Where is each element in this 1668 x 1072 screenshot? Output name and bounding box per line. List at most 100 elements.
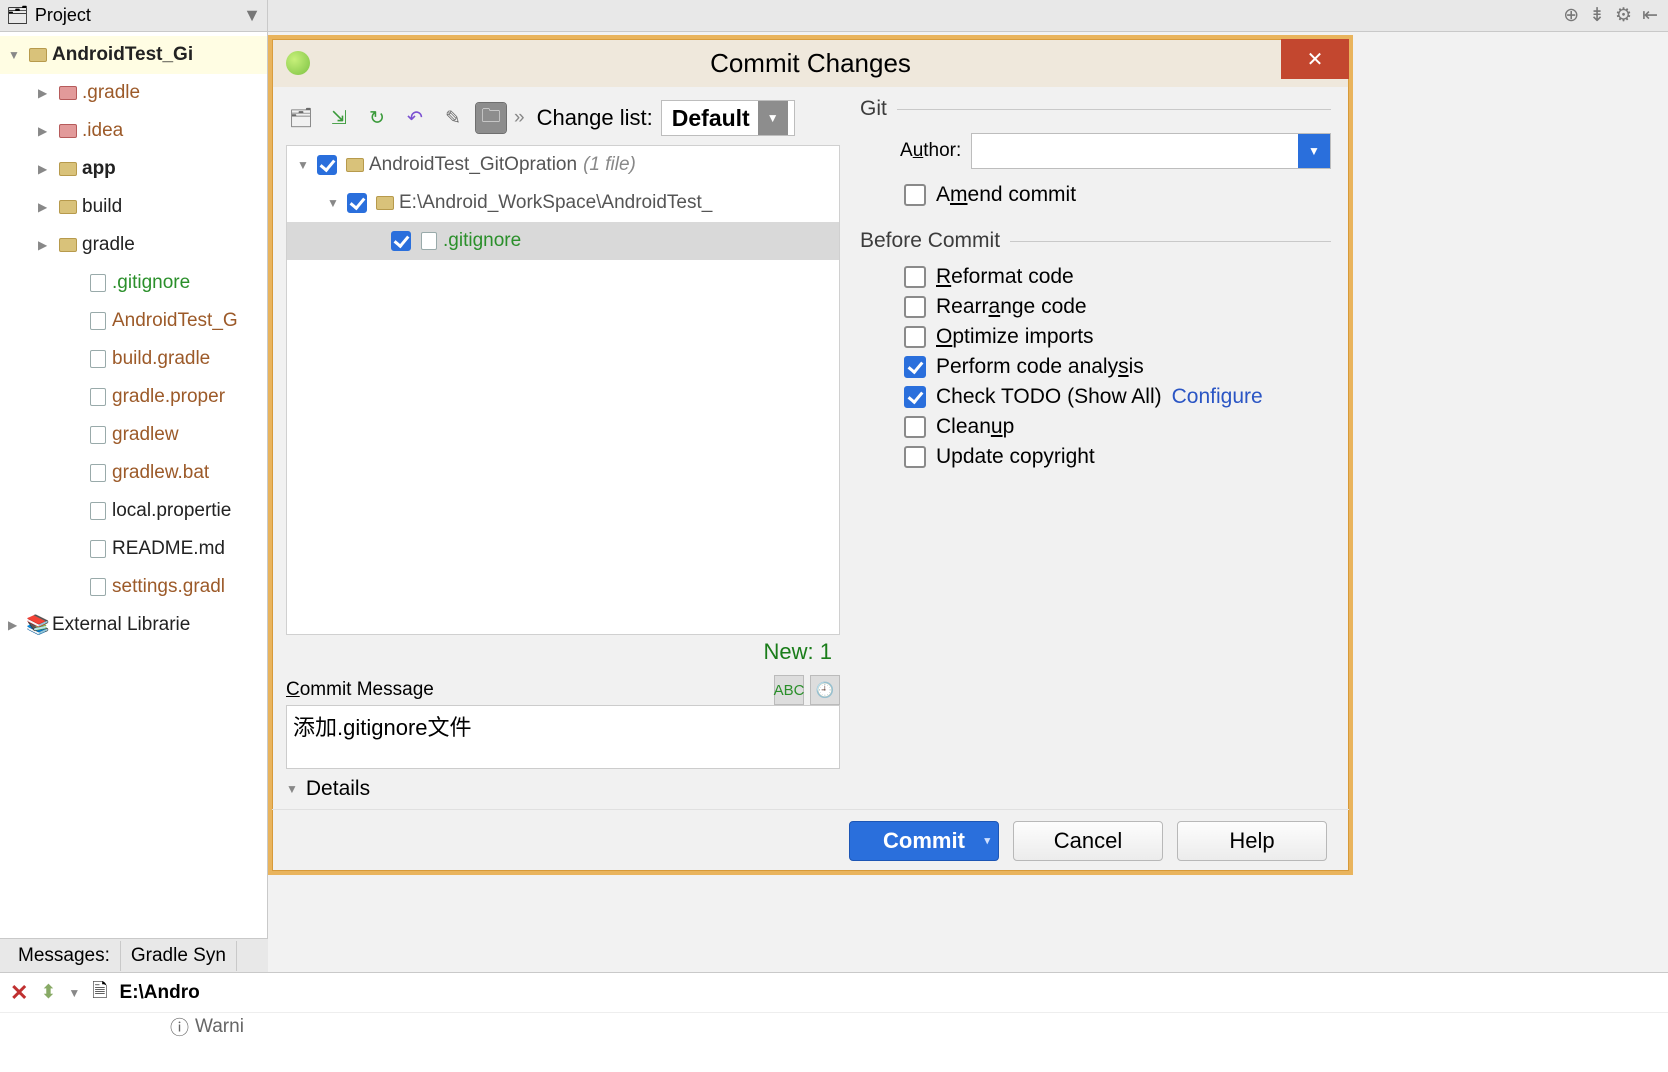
check-label: Cleanup [936,415,1014,439]
folder-icon [375,196,395,210]
author-input[interactable]: ▼ [971,133,1331,169]
project-item[interactable]: local.propertie [0,492,267,530]
tab-gradle-sync[interactable]: Gradle Syn [121,941,237,971]
close-button[interactable]: ✕ [1281,39,1349,79]
show-diff-icon[interactable]: 🗂 [286,103,316,133]
messages-warning: Warni [195,1016,244,1038]
change-tree-file[interactable]: .gitignore [287,222,839,260]
change-tree-root[interactable]: ▼ AndroidTest_GitOpration (1 file) [287,146,839,184]
check-label: Perform code analysis [936,355,1144,379]
chevron-right-icon[interactable]: ▶ [38,238,52,252]
cancel-button[interactable]: Cancel [1013,821,1163,861]
refresh-icon[interactable]: ↻ [362,103,392,133]
project-item[interactable]: gradle.proper [0,378,267,416]
external-libraries[interactable]: ▶ 📚 External Librarie [0,606,267,644]
commit-message-input[interactable] [286,705,840,769]
help-button[interactable]: Help [1177,821,1327,861]
checkbox[interactable] [904,184,926,206]
dropdown-icon[interactable]: ▼ [243,5,261,26]
messages-output: ✕ ⬍ ▼ 🗎 E:\Andro ⓘ Warni [0,972,1668,1072]
chevron-down-icon[interactable]: ▼ [297,158,311,172]
hide-icon[interactable]: ⇤ [1642,4,1658,27]
project-item[interactable]: ▶ .gradle [0,74,267,112]
author-row: Author: ▼ [900,133,1331,169]
new-count: New: 1 [286,635,840,669]
chevron-down-icon[interactable]: ▼ [327,196,341,210]
change-tree-path[interactable]: ▼ E:\Android_WorkSpace\AndroidTest_ [287,184,839,222]
chevron-down-icon[interactable]: ▼ [68,986,80,1000]
amend-commit-checkbox[interactable]: Amend commit [904,183,1331,207]
project-item[interactable]: ▶gradle [0,226,267,264]
change-tree-root-count: (1 file) [583,154,636,176]
change-list-select[interactable]: Default ▼ [661,100,795,136]
before-commit-check[interactable]: Perform code analysis [904,355,1331,379]
before-commit-check[interactable]: Check TODO (Show All) Configure [904,385,1331,409]
project-item[interactable]: ▶build [0,188,267,226]
library-icon: 📚 [28,613,48,637]
dropdown-icon[interactable]: ▼ [758,101,788,135]
target-icon[interactable]: ⊕ [1563,4,1579,27]
checkbox[interactable] [904,416,926,438]
history-icon[interactable]: 🕘 [810,675,840,705]
spellcheck-icon[interactable]: ABC [774,675,804,705]
project-icon: 🗂 [6,5,29,26]
checkbox[interactable] [347,193,367,213]
checkbox[interactable] [904,446,926,468]
chevron-right-icon[interactable]: ▶ [38,162,52,176]
collapse-icon[interactable]: ⇟ [1589,4,1605,27]
checkbox[interactable] [317,155,337,175]
chevron-right-icon[interactable]: ▶ [38,124,52,138]
move-icon[interactable]: ⇲ [324,103,354,133]
dialog-left-pane: 🗂 ⇲ ↻ ↶ ✎ 🗀 » Change list: Default ▼ ▼ [272,87,848,809]
project-item-label: .gradle [82,82,140,104]
check-label: Update copyright [936,445,1095,469]
group-icon[interactable]: 🗀 [476,103,506,133]
checkbox[interactable] [904,296,926,318]
project-item[interactable]: README.md [0,530,267,568]
change-tree-file-label: .gitignore [443,230,521,252]
project-item[interactable]: settings.gradl [0,568,267,606]
chevron-right-icon[interactable]: ▶ [38,86,52,100]
project-root[interactable]: ▼ AndroidTest_Gi [0,36,267,74]
configure-link[interactable]: Configure [1172,385,1263,409]
dropdown-icon[interactable]: ▼ [1298,134,1330,168]
project-item[interactable]: .gitignore [0,264,267,302]
project-panel: 🗂 Project ▼ ▼ AndroidTest_Gi ▶ .gradle ▶.i… [0,0,268,1072]
project-item[interactable]: gradlew.bat [0,454,267,492]
project-item[interactable]: ▶.idea [0,112,267,150]
expand-icon[interactable]: ⬍ [40,981,56,1004]
close-icon[interactable]: ✕ [10,980,28,1006]
project-panel-header[interactable]: 🗂 Project ▼ [0,0,267,32]
project-item-label: app [82,158,116,180]
checkbox[interactable] [904,356,926,378]
revert-icon[interactable]: ↶ [400,103,430,133]
checkbox[interactable] [904,266,926,288]
commit-changes-dialog: Commit Changes ✕ 🗂 ⇲ ↻ ↶ ✎ 🗀 » Change li… [268,35,1353,875]
edit-icon[interactable]: ✎ [438,103,468,133]
before-commit-check[interactable]: Rearrange code [904,295,1331,319]
project-item[interactable]: gradlew [0,416,267,454]
commit-button[interactable]: Commit [849,821,999,861]
gear-icon[interactable]: ⚙ [1615,4,1632,27]
folder-icon [58,238,78,252]
before-commit-check[interactable]: Cleanup [904,415,1331,439]
before-commit-check[interactable]: Reformat code [904,265,1331,289]
file-icon [88,540,108,558]
tab-messages[interactable]: Messages: [8,941,121,971]
chevron-down-icon[interactable]: ▼ [8,48,22,62]
details-toggle[interactable]: ▼ Details [286,777,840,801]
chevron-right-icon[interactable]: ▶ [8,618,22,632]
checkbox[interactable] [904,326,926,348]
project-item[interactable]: build.gradle [0,340,267,378]
checkbox[interactable] [391,231,411,251]
folder-icon [58,124,78,138]
commit-message-label: Commit Message [286,679,434,701]
chevron-right-icon[interactable]: ▶ [38,200,52,214]
before-commit-check[interactable]: Update copyright [904,445,1331,469]
project-item[interactable]: ▶ app [0,150,267,188]
before-commit-check[interactable]: Optimize imports [904,325,1331,349]
app-icon [286,51,310,75]
project-item[interactable]: AndroidTest_G [0,302,267,340]
change-tree: ▼ AndroidTest_GitOpration (1 file) ▼ E:\… [286,145,840,635]
checkbox[interactable] [904,386,926,408]
